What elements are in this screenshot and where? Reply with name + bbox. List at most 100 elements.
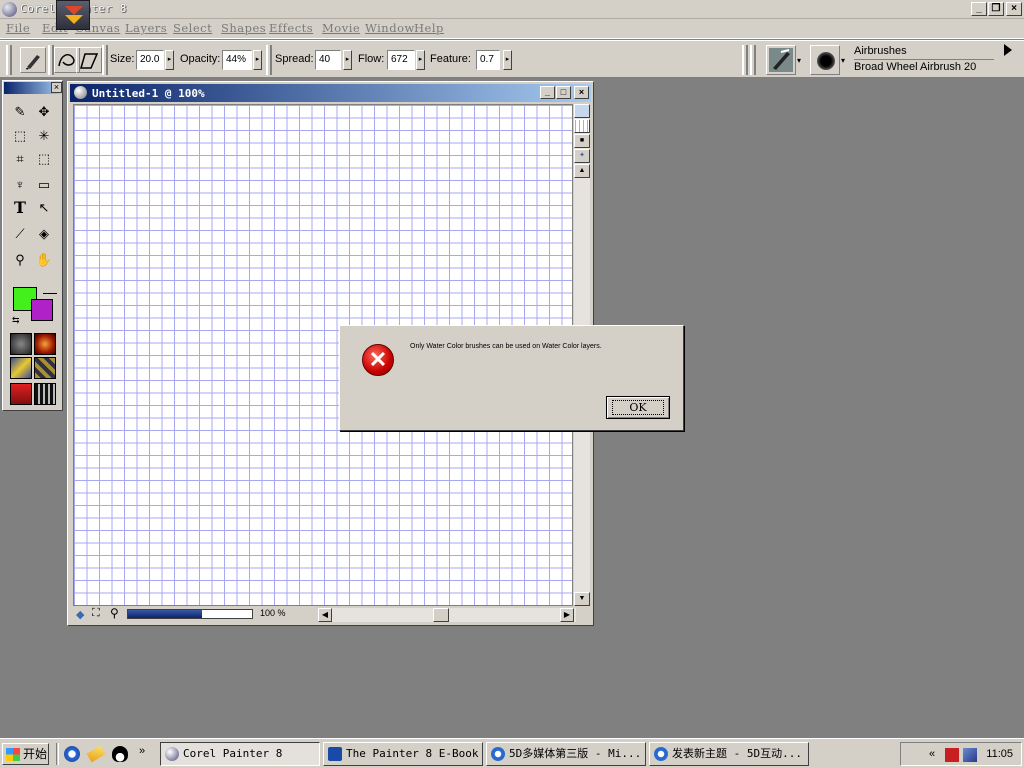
straight-line-stroke-icon[interactable] (76, 47, 102, 73)
property-bar-grip[interactable] (6, 45, 12, 75)
additional-color-swatch[interactable] (31, 299, 53, 321)
zoom-slider[interactable] (127, 609, 253, 619)
app-titlebar[interactable]: Corel Painter 8 _ ❐ × (0, 0, 1024, 19)
pattern-selector-icon[interactable] (10, 357, 32, 379)
network-icon[interactable] (963, 748, 977, 762)
ie-quicklaunch-icon[interactable] (64, 746, 80, 762)
horizontal-scrollbar[interactable]: ◀ ▶ (318, 608, 576, 622)
feature-slider-button[interactable]: ▸ (503, 50, 512, 70)
brush-dab-icon[interactable] (810, 45, 840, 75)
menu-file[interactable]: File (6, 21, 30, 35)
rect-select-icon[interactable]: ⬚ (9, 125, 31, 147)
minimize-button[interactable]: _ (971, 2, 987, 16)
crop-icon[interactable]: ⌗ (9, 148, 31, 170)
menu-select[interactable]: Select (173, 21, 212, 35)
zoom-value[interactable]: 100 % (260, 608, 286, 618)
drawing-mode-icon[interactable]: ■ (574, 134, 590, 148)
look-selector-icon[interactable] (34, 383, 56, 405)
scroll-down-icon[interactable]: ▼ (574, 592, 590, 606)
paint-bucket-icon[interactable]: ◈ (33, 223, 55, 245)
document-close-button[interactable]: × (574, 86, 589, 99)
brush-tool-icon[interactable] (20, 47, 46, 73)
tracing-paper-icon[interactable] (574, 104, 590, 118)
spread-slider-button[interactable]: ▸ (343, 50, 352, 70)
tray-expand-icon[interactable]: « (929, 748, 935, 760)
pen-icon[interactable]: ♆ (9, 174, 31, 196)
toolbox-close-icon[interactable]: × (51, 82, 62, 93)
document-maximize-button[interactable]: □ (556, 86, 571, 99)
restore-button[interactable]: ❐ (988, 2, 1004, 16)
taskbar: 开始 » Corel Painter 8 The Painter 8 E-Boo… (0, 738, 1024, 768)
spread-field[interactable]: 40 (315, 50, 341, 70)
menu-movie[interactable]: Movie (322, 21, 360, 35)
qq-penguin-icon[interactable] (112, 746, 128, 762)
variant-dropdown-arrow[interactable]: ▾ (841, 56, 845, 65)
flow-slider-button[interactable]: ▸ (416, 50, 425, 70)
airbrush-category-icon[interactable] (766, 45, 796, 75)
property-bar-separator (102, 45, 108, 75)
menu-effects[interactable]: Effects (269, 21, 313, 35)
task-corel-painter[interactable]: Corel Painter 8 (160, 742, 320, 766)
brush-category-label[interactable]: Airbrushes (854, 45, 907, 57)
size-field[interactable]: 20.0 (136, 50, 164, 70)
grid-toggle-icon[interactable] (574, 119, 590, 133)
error-icon: ✕ (362, 344, 394, 376)
opacity-field[interactable]: 44% (222, 50, 252, 70)
feature-field[interactable]: 0.7 (476, 50, 500, 70)
category-dropdown-arrow[interactable]: ▾ (797, 56, 801, 65)
magnifier-icon[interactable]: ⚲ (9, 249, 31, 271)
task-label: 发表新主题 - 5D互动... (672, 747, 802, 760)
nozzle-selector-icon[interactable] (10, 383, 32, 405)
menu-help[interactable]: Help (414, 21, 444, 35)
spread-label: Spread: (275, 53, 314, 65)
clock[interactable]: 11:05 (986, 748, 1013, 760)
paper-selector-icon[interactable] (10, 333, 32, 355)
task-browser-5d[interactable]: 5D多媒体第三版 - Mi... (486, 742, 646, 766)
brush-selector-grip[interactable] (742, 45, 748, 75)
menu-window[interactable]: Window (365, 21, 415, 35)
ok-button[interactable]: OK (606, 396, 670, 419)
rectangle-shape-icon[interactable]: ▭ (33, 174, 55, 196)
app-icon[interactable] (2, 2, 17, 17)
impasto-toggle-icon[interactable]: ✦ (574, 149, 590, 163)
quicklaunch-pencil-icon[interactable] (86, 745, 106, 763)
binoculars-icon[interactable]: ⛶ (92, 607, 100, 620)
menu-layers[interactable]: Layers (125, 21, 167, 35)
weaving-selector-icon[interactable] (34, 357, 56, 379)
document-minimize-button[interactable]: _ (540, 86, 555, 99)
painter-task-icon (165, 747, 179, 761)
grabber-icon[interactable]: ✋ (33, 249, 55, 271)
quicklaunch-more-icon[interactable]: » (139, 745, 145, 757)
close-button[interactable]: × (1006, 2, 1022, 16)
brush-selector-divider (854, 59, 994, 60)
navigator-icon[interactable]: ◆ (76, 608, 84, 621)
brush-selector-grip[interactable] (750, 45, 756, 75)
tray-app-icon[interactable] (945, 748, 959, 762)
swap-colors-icon[interactable]: ⇆ (12, 315, 20, 326)
document-icon[interactable] (74, 86, 87, 99)
task-label: 5D多媒体第三版 - Mi... (509, 747, 642, 760)
horizontal-scroll-thumb[interactable] (433, 608, 449, 622)
document-titlebar[interactable]: Untitled-1 @ 100% _ □ × (70, 84, 591, 102)
layer-adjuster-icon[interactable]: ✥ (33, 101, 55, 123)
flow-field[interactable]: 672 (387, 50, 415, 70)
scroll-left-icon[interactable]: ◀ (318, 608, 332, 622)
lasso-icon[interactable]: ⬚ (33, 148, 55, 170)
scroll-right-icon[interactable]: ▶ (560, 608, 574, 622)
start-button[interactable]: 开始 (2, 743, 49, 765)
brush-icon[interactable]: ✎ (9, 101, 31, 123)
task-ebook[interactable]: The Painter 8 E-Book (323, 742, 483, 766)
brush-variant-label[interactable]: Broad Wheel Airbrush 20 (854, 61, 976, 73)
opacity-slider-button[interactable]: ▸ (253, 50, 262, 70)
task-browser-post[interactable]: 发表新主题 - 5D互动... (649, 742, 809, 766)
menu-shapes[interactable]: Shapes (221, 21, 266, 35)
magic-wand-icon[interactable]: ✳ (33, 125, 55, 147)
size-slider-button[interactable]: ▸ (165, 50, 174, 70)
dropper-icon[interactable]: ⟋ (9, 223, 31, 245)
brush-selector-expand-icon[interactable] (1004, 44, 1012, 56)
gradient-selector-icon[interactable] (34, 333, 56, 355)
scroll-up-icon[interactable]: ▲ (574, 164, 590, 178)
shape-selection-icon[interactable]: ↖ (33, 197, 55, 219)
text-icon[interactable]: T (9, 197, 31, 219)
zoom-icon[interactable]: ⚲ (110, 606, 119, 620)
